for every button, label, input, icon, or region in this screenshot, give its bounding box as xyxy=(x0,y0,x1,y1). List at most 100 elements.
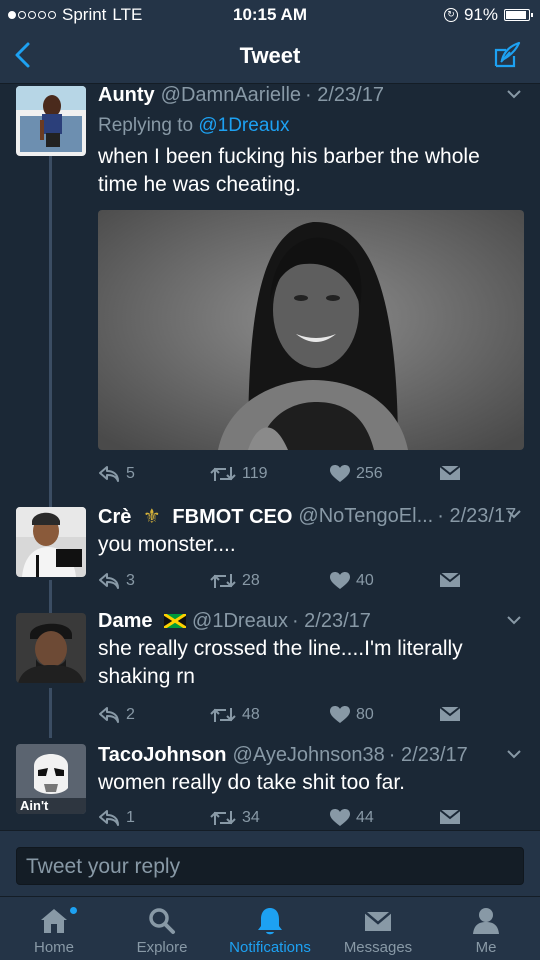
reply-button[interactable]: 3 xyxy=(98,572,135,590)
reply-button[interactable]: 2 xyxy=(98,706,135,724)
tab-notifications-label: Notifications xyxy=(229,939,311,956)
status-bar: Sprint LTE 10:15 AM ↻ 91% xyxy=(0,0,540,28)
replying-label: Replying to xyxy=(98,115,194,136)
retweet-icon xyxy=(210,574,236,588)
like-count: 80 xyxy=(356,706,374,723)
retweet-count: 28 xyxy=(242,572,260,589)
heart-icon xyxy=(330,572,350,589)
tweet-item[interactable]: Ain't TacoJohnson @AyeJohnson38 · 2/23/1… xyxy=(0,744,540,830)
retweet-count: 119 xyxy=(242,465,268,482)
tab-me-label: Me xyxy=(475,939,497,956)
avatar[interactable] xyxy=(16,507,86,577)
direct-message-button[interactable] xyxy=(440,465,460,481)
battery-percent: 91% xyxy=(463,5,498,24)
reply-count: 3 xyxy=(126,572,135,589)
reply-button[interactable]: 5 xyxy=(98,465,135,483)
compose-icon xyxy=(494,41,521,68)
like-button[interactable]: 44 xyxy=(330,809,374,827)
reply-count: 1 xyxy=(126,809,135,826)
replying-to: Replying to @1Dreaux xyxy=(98,115,522,137)
direct-message-button[interactable] xyxy=(440,809,460,825)
reply-composer: Tweet your reply xyxy=(0,830,540,896)
retweet-button[interactable]: 119 xyxy=(210,465,268,483)
tweet-header: Crè ⚜ FBMOT CEO @NoTengoEl... · 2/23/17 xyxy=(98,504,522,529)
direct-message-button[interactable] xyxy=(440,706,460,722)
replying-handle-link[interactable]: @1Dreaux xyxy=(198,115,289,136)
like-count: 40 xyxy=(356,572,374,589)
envelope-icon xyxy=(440,809,460,824)
like-button[interactable]: 40 xyxy=(330,572,374,590)
tweet-actions: 5 119 256 xyxy=(98,465,468,489)
reply-icon xyxy=(99,466,119,482)
page-title: Tweet xyxy=(239,43,301,68)
tab-home[interactable]: Home xyxy=(0,897,108,960)
direct-message-button[interactable] xyxy=(440,572,460,588)
handle[interactable]: @DamnAarielle xyxy=(161,84,301,107)
avatar[interactable] xyxy=(16,613,86,683)
fleur-de-lis-icon: ⚜ xyxy=(142,506,161,528)
profile-icon xyxy=(473,908,499,934)
retweet-icon xyxy=(210,708,236,722)
reply-icon xyxy=(99,707,119,723)
like-button[interactable]: 256 xyxy=(330,465,383,483)
reply-icon xyxy=(99,573,119,589)
tweet-text: you monster.... xyxy=(98,533,236,556)
envelope-icon xyxy=(440,572,460,587)
tab-messages-label: Messages xyxy=(343,939,413,956)
handle[interactable]: @1Dreaux xyxy=(192,610,288,633)
display-name-suffix: FBMOT CEO xyxy=(172,506,293,528)
retweet-count: 48 xyxy=(242,706,260,723)
display-name-prefix: Crè xyxy=(98,506,132,528)
chevron-down-icon[interactable] xyxy=(506,746,522,762)
envelope-icon xyxy=(364,911,392,931)
display-name[interactable]: Aunty xyxy=(98,84,155,107)
like-button[interactable]: 80 xyxy=(330,706,374,724)
timestamp: · 2/23/17 xyxy=(437,505,517,527)
tweet-photo[interactable] xyxy=(98,210,524,450)
handle[interactable]: @NoTengoEl... xyxy=(298,505,433,528)
avatar[interactable] xyxy=(16,86,86,156)
tweet-item[interactable]: Dame @1Dreaux · 2/23/17 she really cross xyxy=(0,610,540,744)
reply-icon xyxy=(99,810,119,826)
bell-icon xyxy=(258,908,282,935)
search-icon xyxy=(149,908,175,934)
like-count: 44 xyxy=(356,809,374,826)
tab-notifications[interactable]: Notifications xyxy=(216,897,324,960)
reply-count: 5 xyxy=(126,465,135,482)
retweet-button[interactable]: 48 xyxy=(210,706,260,724)
avatar[interactable]: Ain't xyxy=(16,744,86,814)
timestamp: · 2/23/17 xyxy=(305,84,384,106)
tab-bar: Home Explore Notifications Messages Me xyxy=(0,896,540,960)
display-name[interactable]: Crè ⚜ FBMOT CEO xyxy=(98,504,292,529)
tweet-item[interactable]: Aunty @DamnAarielle · 2/23/17 Replying t… xyxy=(0,84,540,504)
tab-me[interactable]: Me xyxy=(432,897,540,960)
handle[interactable]: @AyeJohnson38 xyxy=(233,744,385,767)
envelope-icon xyxy=(440,465,460,480)
tweet-text: she really crossed the line....I'm liter… xyxy=(98,637,463,688)
heart-icon xyxy=(330,809,350,826)
chevron-down-icon[interactable] xyxy=(506,506,522,522)
tab-explore[interactable]: Explore xyxy=(108,897,216,960)
avatar-caption: Ain't xyxy=(20,798,49,813)
display-name[interactable]: TacoJohnson xyxy=(98,744,227,767)
envelope-icon xyxy=(440,706,460,721)
reply-input[interactable]: Tweet your reply xyxy=(16,847,524,885)
display-name-text: Dame xyxy=(98,610,153,632)
home-notification-dot xyxy=(70,907,77,914)
tweet-text: when I been fucking his barber the whole… xyxy=(98,145,480,196)
tweet-header: TacoJohnson @AyeJohnson38 · 2/23/17 xyxy=(98,744,522,767)
chevron-down-icon[interactable] xyxy=(506,612,522,628)
reply-button[interactable]: 1 xyxy=(98,809,135,827)
tweet-header: Aunty @DamnAarielle · 2/23/17 xyxy=(98,84,522,107)
tweet-item[interactable]: Crè ⚜ FBMOT CEO @NoTengoEl... · 2/23/17 … xyxy=(0,504,540,610)
tab-messages[interactable]: Messages xyxy=(324,897,432,960)
display-name[interactable]: Dame xyxy=(98,610,187,633)
retweet-count: 34 xyxy=(242,809,260,826)
retweet-button[interactable]: 34 xyxy=(210,809,260,827)
tab-home-label: Home xyxy=(33,939,74,956)
home-icon xyxy=(41,909,67,933)
retweet-button[interactable]: 28 xyxy=(210,572,260,590)
retweet-icon xyxy=(210,467,236,481)
compose-button[interactable] xyxy=(492,40,522,70)
chevron-down-icon[interactable] xyxy=(506,86,522,102)
